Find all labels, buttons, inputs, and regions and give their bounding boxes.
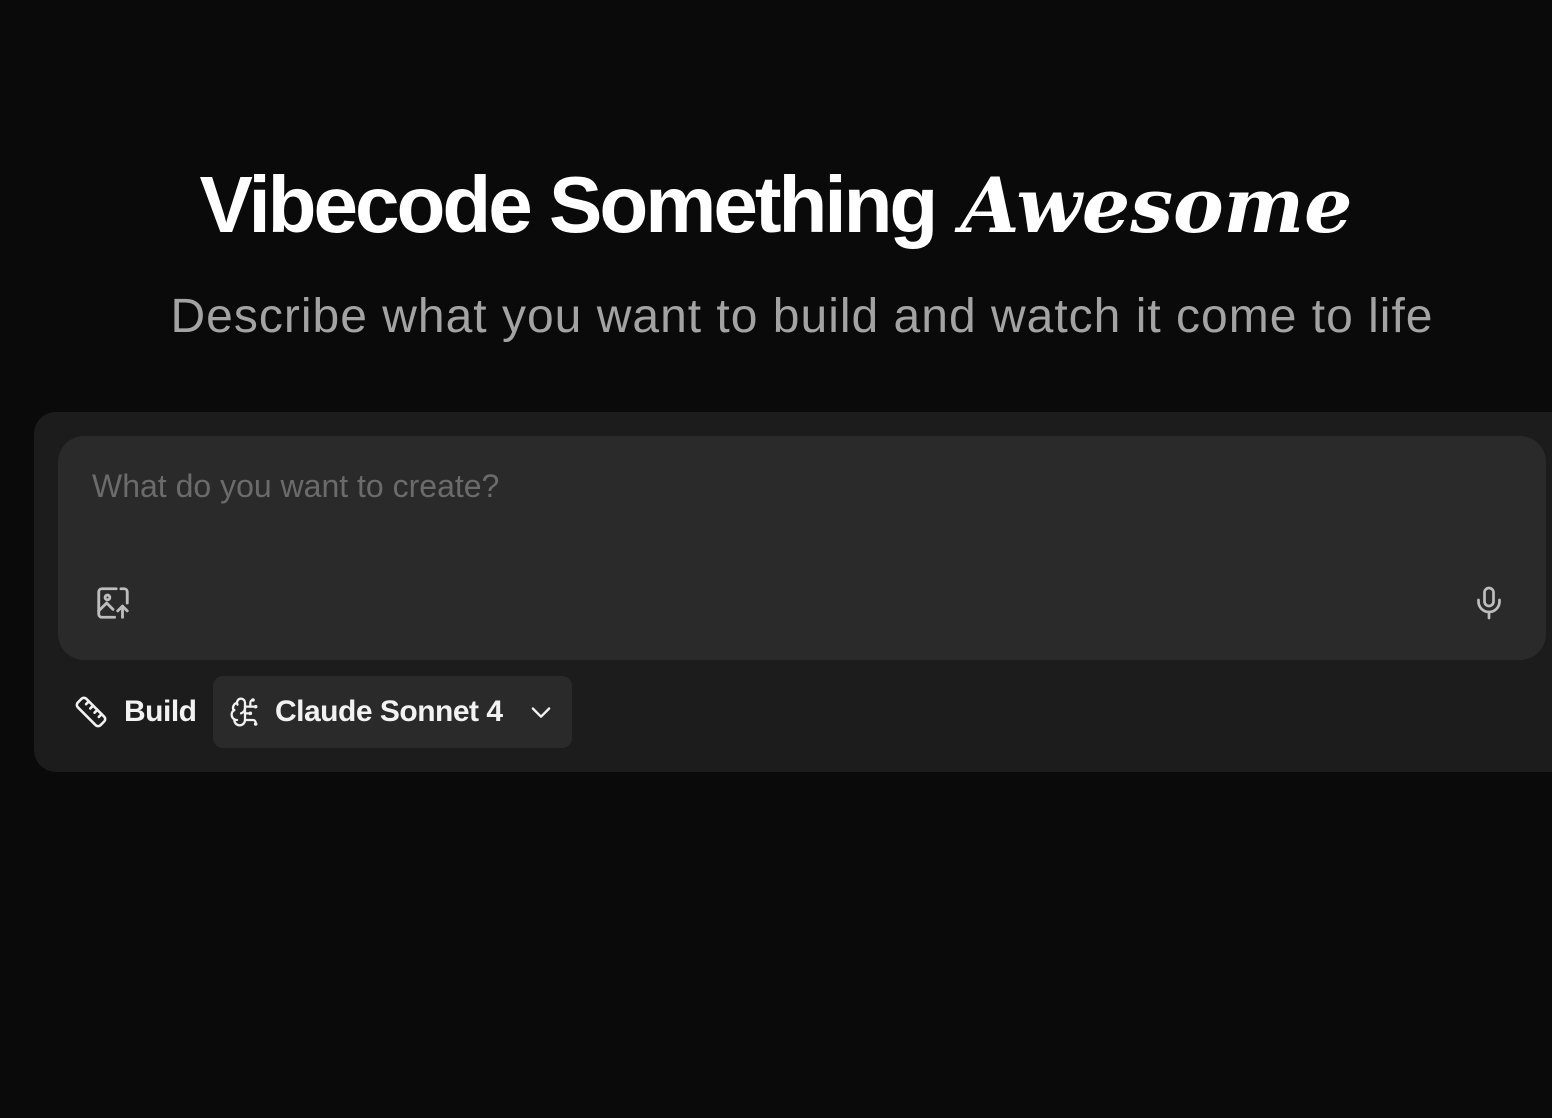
model-select[interactable]: Claude Sonnet 4 bbox=[213, 676, 572, 748]
chevron-down-icon bbox=[527, 698, 555, 726]
hero-title-accent: Awesome bbox=[960, 161, 1353, 250]
image-upload-icon bbox=[94, 584, 132, 622]
build-label: Build bbox=[124, 695, 197, 728]
build-mode-button[interactable]: Build bbox=[74, 694, 197, 730]
microphone-button[interactable] bbox=[1468, 582, 1510, 624]
hero-title-main: Vibecode Something bbox=[199, 160, 939, 249]
brain-icon bbox=[229, 695, 261, 729]
prompt-input[interactable] bbox=[90, 460, 1494, 512]
model-label: Claude Sonnet 4 bbox=[275, 695, 503, 728]
ruler-icon bbox=[74, 695, 108, 729]
prompt-box bbox=[58, 436, 1546, 660]
upload-image-button[interactable] bbox=[92, 582, 134, 624]
composer-panel: Build Cl bbox=[34, 412, 1552, 772]
microphone-icon bbox=[1471, 583, 1507, 623]
page: Vibecode Something Awesome Describe what… bbox=[0, 0, 1552, 1118]
hero-title: Vibecode Something Awesome bbox=[0, 150, 1552, 261]
hero-subtitle: Describe what you want to build and watc… bbox=[170, 290, 1434, 343]
